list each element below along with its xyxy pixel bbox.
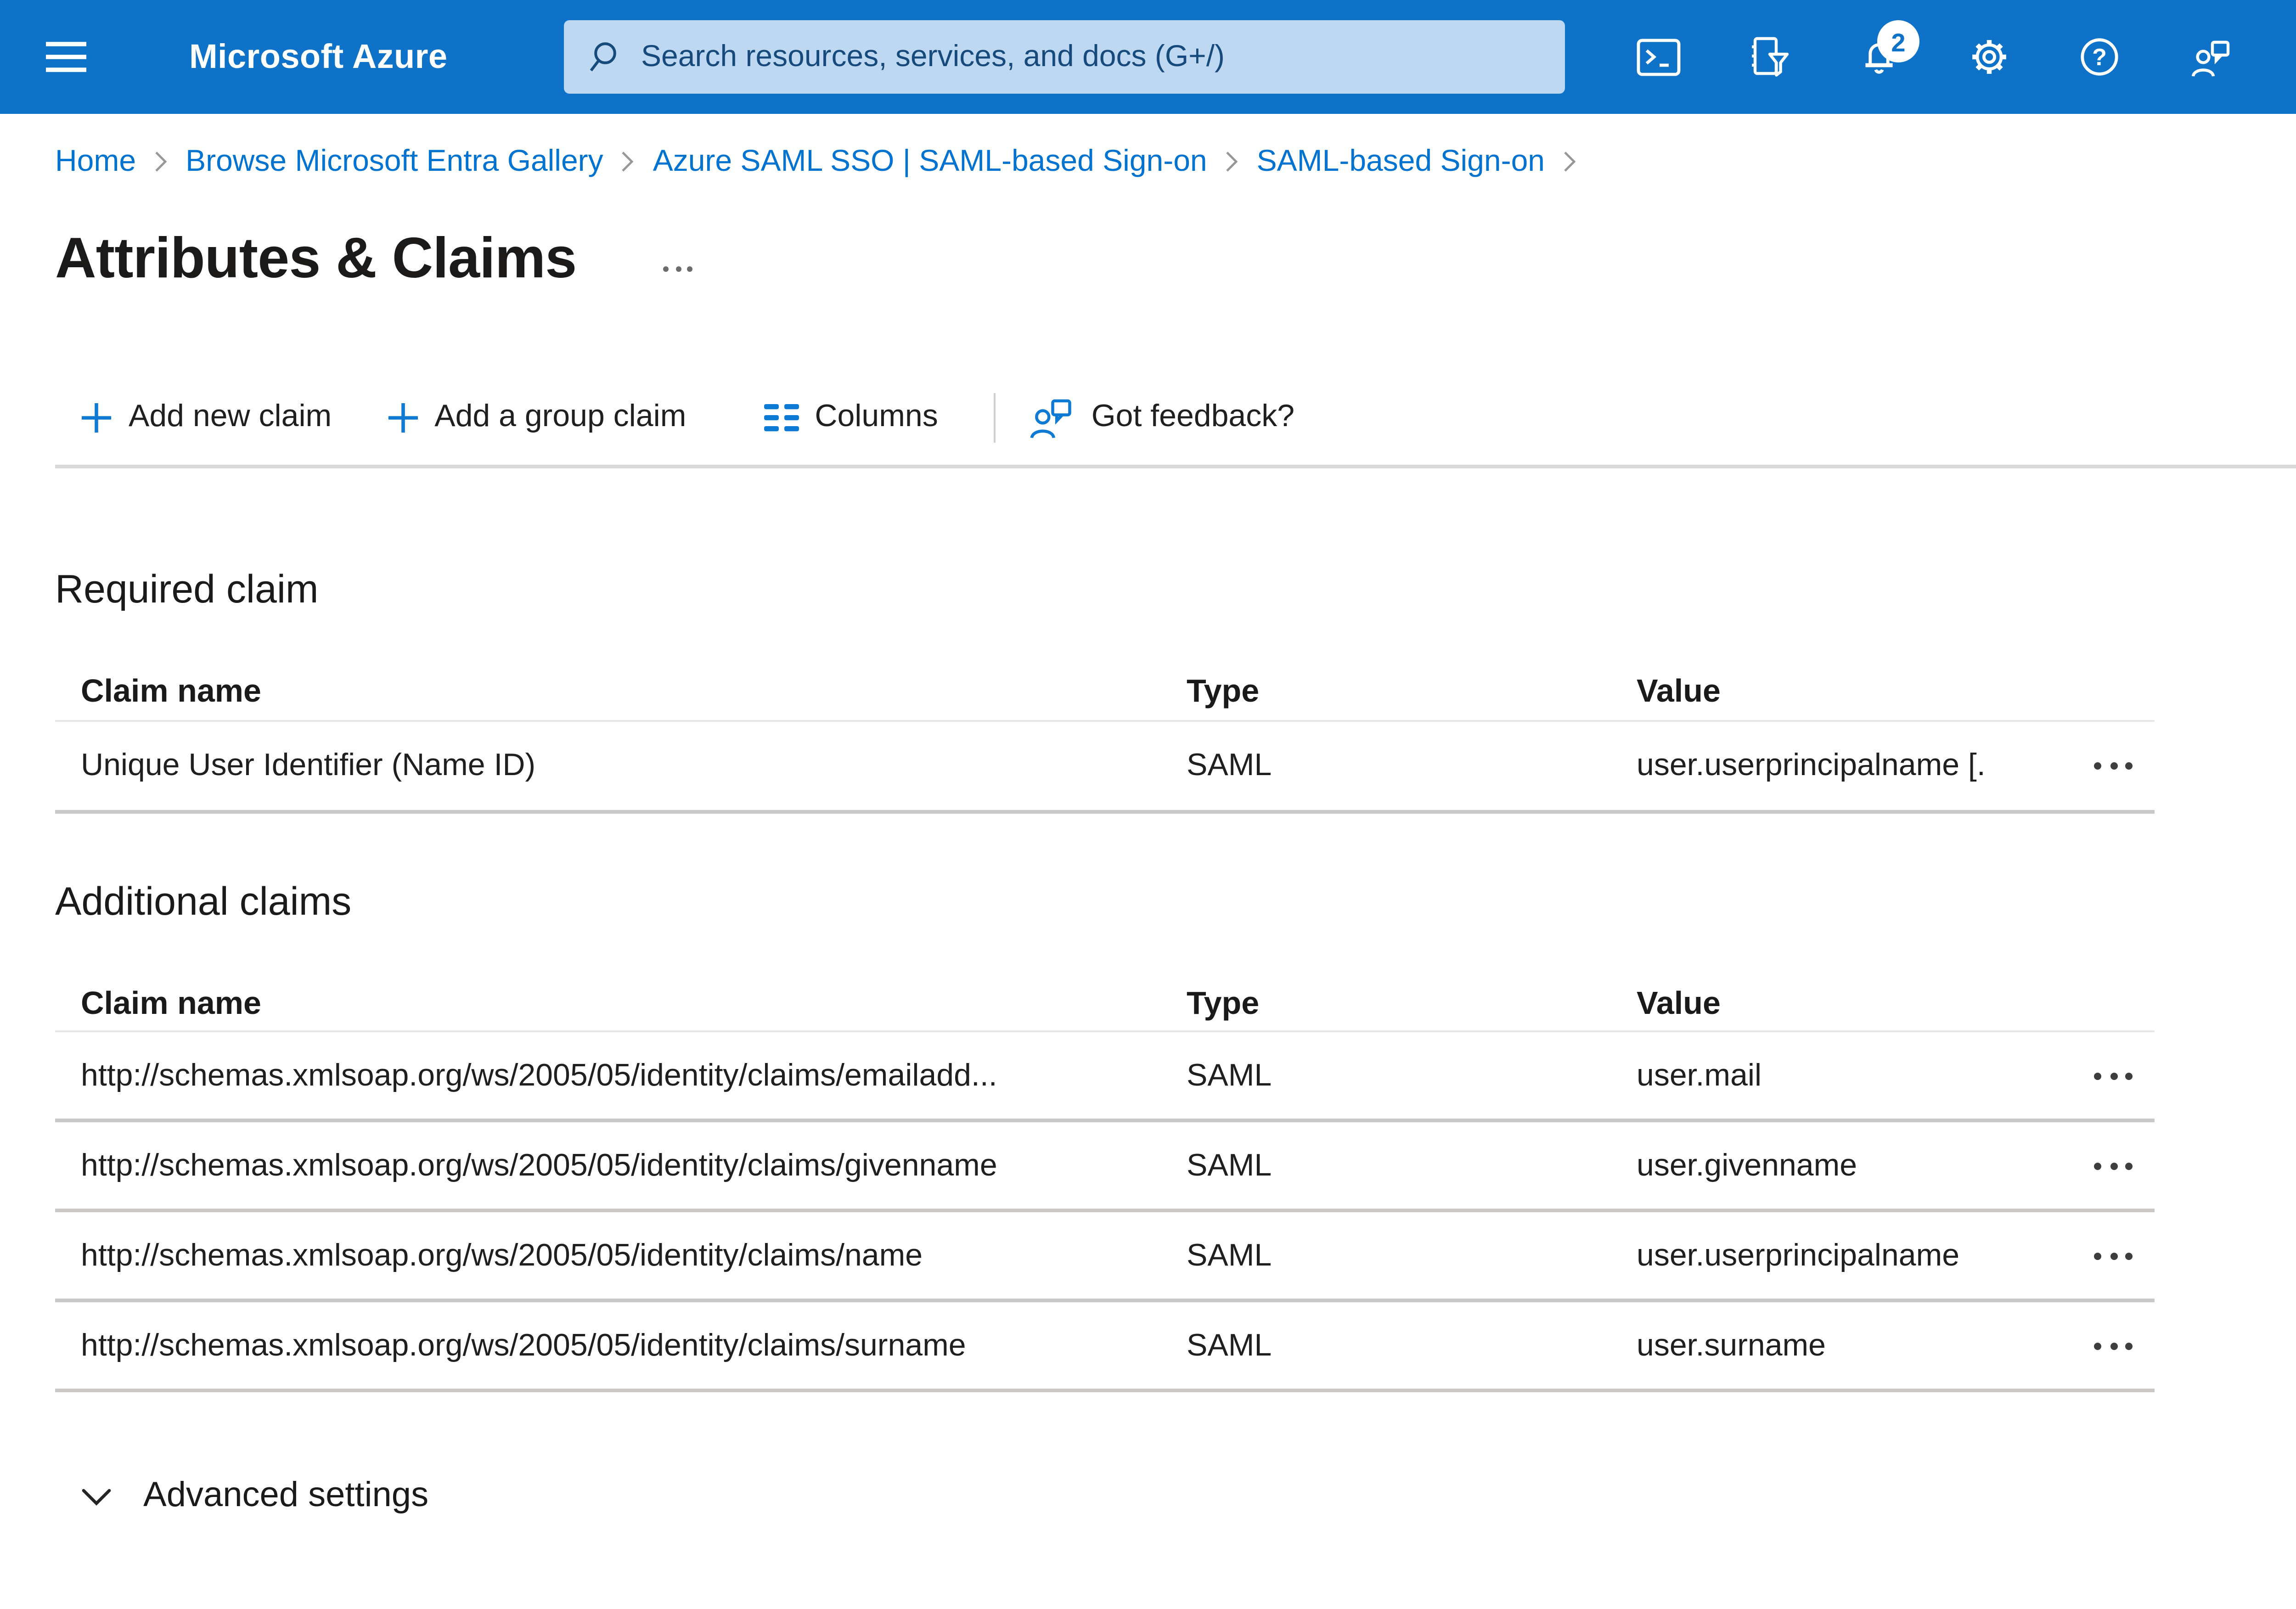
add-new-claim-label: Add new claim: [129, 399, 332, 433]
table-header-row: Claim name Type Value: [55, 663, 2155, 722]
table-row[interactable]: http://schemas.xmlsoap.org/ws/2005/05/id…: [55, 1302, 2155, 1392]
column-header-claim-name: Claim name: [81, 984, 261, 1020]
cloud-shell-icon[interactable]: [1637, 35, 1681, 79]
required-claim-heading: Required claim: [55, 568, 319, 612]
add-new-claim-button[interactable]: Add new claim: [81, 399, 332, 435]
top-bar: Microsoft Azure Search resources, servic…: [0, 0, 2296, 114]
svg-text:?: ?: [2092, 44, 2107, 71]
add-group-claim-button[interactable]: Add a group claim: [387, 399, 686, 435]
row-menu-icon[interactable]: [2086, 1241, 2133, 1270]
title-row: Attributes & Claims: [55, 219, 2296, 299]
breadcrumb-app-sso[interactable]: Azure SAML SSO | SAML-based Sign-on: [653, 144, 1207, 179]
menu-icon[interactable]: [46, 35, 86, 79]
chevron-right-icon: [154, 151, 167, 173]
row-menu-icon[interactable]: [2086, 751, 2133, 781]
value-cell: user.userprincipalname: [1637, 1237, 1960, 1272]
breadcrumb-home[interactable]: Home: [55, 144, 136, 179]
type-cell: SAML: [1187, 1327, 1272, 1362]
claim-name-cell: http://schemas.xmlsoap.org/ws/2005/05/id…: [81, 1237, 923, 1272]
azure-portal-window: Microsoft Azure Search resources, servic…: [0, 0, 2296, 1609]
plus-icon: [388, 402, 417, 432]
row-menu-icon[interactable]: [2086, 1331, 2133, 1360]
feedback-icon[interactable]: [2188, 35, 2232, 79]
bell-icon[interactable]: 2: [1857, 20, 1919, 79]
value-cell: user.mail: [1637, 1057, 1762, 1092]
claim-name-cell: Unique User Identifier (Name ID): [81, 748, 536, 782]
columns-button[interactable]: Columns: [763, 399, 938, 435]
claim-name-cell: http://schemas.xmlsoap.org/ws/2005/05/id…: [81, 1147, 997, 1182]
search-icon: [590, 41, 616, 71]
command-bar: Add new claim Add a group claim Columns …: [81, 391, 2296, 443]
advanced-settings-label: Advanced settings: [143, 1477, 429, 1515]
feedback-icon: [1030, 398, 1072, 438]
breadcrumb: Home Browse Microsoft Entra Gallery Azur…: [55, 141, 2296, 182]
more-options-icon[interactable]: [657, 265, 693, 271]
help-icon[interactable]: ?: [2077, 35, 2122, 79]
type-cell: SAML: [1187, 1237, 1272, 1272]
column-header-value: Value: [1637, 672, 1721, 709]
column-header-claim-name: Claim name: [81, 672, 261, 709]
brand-title[interactable]: Microsoft Azure: [189, 0, 447, 114]
type-cell: SAML: [1187, 748, 1272, 782]
global-search: [564, 20, 1565, 94]
columns-label: Columns: [815, 399, 938, 433]
toolbar-divider: [55, 465, 2296, 468]
add-group-claim-label: Add a group claim: [434, 399, 687, 433]
got-feedback-label: Got feedback?: [1091, 399, 1295, 433]
value-cell: user.surname: [1637, 1327, 1826, 1362]
column-header-type: Type: [1187, 984, 1260, 1020]
search-input[interactable]: [637, 38, 1543, 76]
claim-name-cell: http://schemas.xmlsoap.org/ws/2005/05/id…: [81, 1057, 997, 1092]
table-row[interactable]: http://schemas.xmlsoap.org/ws/2005/05/id…: [55, 1122, 2155, 1212]
table-row[interactable]: Unique User Identifier (Name ID) SAML us…: [55, 722, 2155, 814]
breadcrumb-gallery[interactable]: Browse Microsoft Entra Gallery: [186, 144, 603, 179]
type-cell: SAML: [1187, 1057, 1272, 1092]
plus-icon: [82, 402, 111, 432]
claim-name-cell: http://schemas.xmlsoap.org/ws/2005/05/id…: [81, 1327, 966, 1362]
page-title: Attributes & Claims: [55, 226, 577, 290]
table-row[interactable]: http://schemas.xmlsoap.org/ws/2005/05/id…: [55, 1212, 2155, 1302]
chevron-right-icon: [1226, 151, 1238, 173]
advanced-settings-toggle[interactable]: Advanced settings: [81, 1473, 2296, 1521]
value-cell: user.givenname: [1637, 1147, 1857, 1182]
table-row[interactable]: http://schemas.xmlsoap.org/ws/2005/05/id…: [55, 1032, 2155, 1122]
toolbar-separator: [993, 392, 996, 442]
column-header-type: Type: [1187, 672, 1260, 709]
table-header-row: Claim name Type Value: [55, 975, 2155, 1032]
column-header-value: Value: [1637, 984, 1721, 1020]
additional-claims-heading: Additional claims: [55, 880, 352, 924]
columns-icon: [763, 403, 799, 431]
value-cell: user.userprincipalname [...: [1637, 748, 1984, 782]
got-feedback-button[interactable]: Got feedback?: [1025, 394, 1294, 440]
notification-badge: 2: [1877, 20, 1919, 62]
type-cell: SAML: [1187, 1147, 1272, 1182]
breadcrumb-saml-signon[interactable]: SAML-based Sign-on: [1257, 144, 1545, 179]
directory-filter-icon[interactable]: [1747, 35, 1791, 79]
chevron-down-icon: [82, 1489, 111, 1506]
additional-claims-table: Claim name Type Value http://schemas.xml…: [55, 975, 2155, 1392]
chevron-right-icon: [622, 151, 635, 173]
required-claim-table: Claim name Type Value Unique User Identi…: [55, 663, 2155, 814]
chevron-right-icon: [1563, 151, 1576, 173]
row-menu-icon[interactable]: [2086, 1151, 2133, 1180]
row-menu-icon[interactable]: [2086, 1061, 2133, 1090]
gear-icon[interactable]: [1967, 35, 2011, 79]
page-content: Home Browse Microsoft Entra Gallery Azur…: [0, 114, 2296, 1521]
